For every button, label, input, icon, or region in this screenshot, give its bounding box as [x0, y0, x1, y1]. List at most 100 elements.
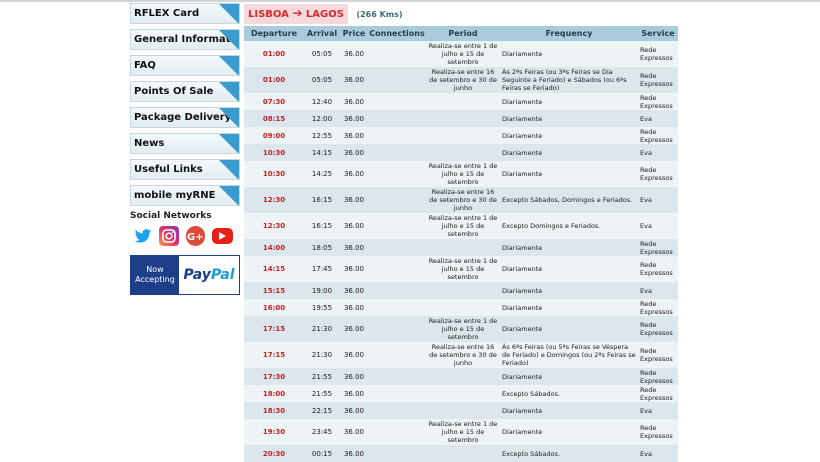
- route-title: LISBOA ➔ LAGOS: [244, 4, 348, 24]
- price-cell: 36.00: [340, 299, 368, 316]
- connections-cell: [368, 93, 426, 110]
- period-cell: [426, 127, 500, 144]
- sidebar-item-label: Useful Links: [134, 164, 203, 175]
- departure-time-cell: 09:00: [244, 127, 304, 144]
- price-cell: 36.00: [340, 445, 368, 462]
- arrival-time-cell: 14:25: [304, 161, 340, 187]
- instagram-icon[interactable]: [159, 226, 179, 246]
- frequency-cell: Diariamente: [500, 110, 638, 127]
- sidebar-item-news[interactable]: News: [130, 133, 240, 154]
- connections-cell: [368, 342, 426, 368]
- sidebar-item-label: Points Of Sale: [134, 86, 214, 97]
- frequency-cell: Diariamente: [500, 127, 638, 144]
- table-row: 19:30 23:45 36.00 Realiza-se entre 1 de jul…: [244, 419, 678, 445]
- service-cell: Rede Expressos: [638, 93, 678, 110]
- period-cell: [426, 445, 500, 462]
- top-border: [0, 0, 820, 2]
- departure-time-cell: 12:30: [244, 213, 304, 239]
- table-row: 17:15 21:30 36.00 Realiza-se entre 16 de se…: [244, 342, 678, 368]
- connections-cell: [368, 368, 426, 385]
- service-cell: Eva: [638, 110, 678, 127]
- connections-cell: [368, 316, 426, 342]
- frequency-cell: Às 2ªs Feiras (ou 3ªs Feiras se Dia Segu…: [500, 67, 638, 93]
- service-cell: Rede Expressos: [638, 239, 678, 256]
- connections-cell: [368, 161, 426, 187]
- service-cell: Rede Expressos: [638, 342, 678, 368]
- departure-time-cell: 18:30: [244, 402, 304, 419]
- sidebar-item-label: RFLEX Card: [134, 8, 200, 19]
- paypal-logo-pay: Pay: [183, 267, 211, 283]
- period-cell: [426, 385, 500, 402]
- column-header-arrival: Arrival: [304, 26, 340, 41]
- sidebar-item-label: mobile myRNE: [134, 190, 216, 201]
- paypal-banner[interactable]: Now Accepting Pay Pal: [130, 255, 240, 295]
- arrival-time-cell: 19:00: [304, 282, 340, 299]
- departure-time-cell: 10:30: [244, 144, 304, 161]
- table-row: 17:15 21:30 36.00 Realiza-se entre 1 de jul…: [244, 316, 678, 342]
- price-cell: 36.00: [340, 368, 368, 385]
- arrival-time-cell: 12:55: [304, 127, 340, 144]
- frequency-cell: Diariamente: [500, 282, 638, 299]
- connections-cell: [368, 41, 426, 67]
- sidebar-item-points-of-sale[interactable]: Points Of Sale: [130, 81, 240, 102]
- youtube-icon[interactable]: [211, 228, 233, 244]
- sidebar-item-general-information[interactable]: General Information: [130, 29, 240, 50]
- frequency-cell: Diariamente: [500, 256, 638, 282]
- sidebar-item-useful-links[interactable]: Useful Links: [130, 159, 240, 180]
- table-row: 17:30 21:55 36.00 Diariamente Rede Expressos: [244, 368, 678, 385]
- connections-cell: [368, 402, 426, 419]
- twitter-icon[interactable]: [133, 226, 152, 246]
- connections-cell: [368, 385, 426, 402]
- price-cell: 36.00: [340, 256, 368, 282]
- column-header-departure: Departure: [244, 26, 304, 41]
- frequency-cell: Diariamente: [500, 93, 638, 110]
- departure-time-cell: 17:30: [244, 368, 304, 385]
- arrival-time-cell: 19:55: [304, 299, 340, 316]
- period-cell: [426, 299, 500, 316]
- price-cell: 36.00: [340, 282, 368, 299]
- connections-cell: [368, 213, 426, 239]
- schedule-panel: LISBOA ➔ LAGOS (266 Kms) Departure Arriva…: [244, 4, 678, 462]
- sidebar-item-rflex-card[interactable]: RFLEX Card: [130, 3, 240, 24]
- corner-triangle-icon: [219, 4, 239, 23]
- departure-time-cell: 14:00: [244, 239, 304, 256]
- arrival-time-cell: 16:15: [304, 187, 340, 213]
- arrival-time-cell: 21:55: [304, 385, 340, 402]
- service-cell: Eva: [638, 187, 678, 213]
- column-header-frequency: Frequency: [500, 26, 638, 41]
- service-cell: Rede Expressos: [638, 161, 678, 187]
- period-cell: [426, 239, 500, 256]
- connections-cell: [368, 419, 426, 445]
- route-destination: LAGOS: [305, 9, 344, 20]
- arrival-time-cell: 12:40: [304, 93, 340, 110]
- period-cell: Realiza-se entre 1 de julho e 15 de sete…: [426, 256, 500, 282]
- arrival-time-cell: 22:15: [304, 402, 340, 419]
- frequency-cell: Excepto Domingos e Feriados.: [500, 213, 638, 239]
- service-cell: Eva: [638, 402, 678, 419]
- table-row: 12:30 16:15 36.00 Realiza-se entre 1 de jul…: [244, 213, 678, 239]
- sidebar-item-mobile-myrne[interactable]: mobile myRNE: [130, 185, 240, 206]
- sidebar-item-faq[interactable]: FAQ: [130, 55, 240, 76]
- arrival-time-cell: 17:45: [304, 256, 340, 282]
- service-cell: Rede Expressos: [638, 385, 678, 402]
- service-cell: Rede Expressos: [638, 419, 678, 445]
- sidebar-menu: RFLEX Card General Information FAQ Points O…: [130, 3, 240, 206]
- table-row: 07:30 12:40 36.00 Diariamente Rede Expressos: [244, 93, 678, 110]
- connections-cell: [368, 256, 426, 282]
- connections-cell: [368, 67, 426, 93]
- arrival-time-cell: 21:30: [304, 342, 340, 368]
- corner-triangle-icon: [219, 186, 239, 205]
- corner-triangle-icon: [219, 56, 239, 75]
- price-cell: 36.00: [340, 93, 368, 110]
- social-icons-row: G+: [133, 226, 240, 246]
- frequency-cell: Diariamente: [500, 239, 638, 256]
- sidebar-item-label: Package Delivery: [134, 112, 232, 123]
- price-cell: 36.00: [340, 213, 368, 239]
- google-plus-icon[interactable]: G+: [185, 226, 205, 246]
- table-row: 20:30 00:15 36.00 Excepto Sábados. Eva: [244, 445, 678, 462]
- departure-time-cell: 14:15: [244, 256, 304, 282]
- departure-time-cell: 18:00: [244, 385, 304, 402]
- timetable: Departure Arrival Price Connections Period Fr…: [244, 26, 678, 462]
- corner-triangle-icon: [219, 82, 239, 101]
- sidebar-item-package-delivery[interactable]: Package Delivery: [130, 107, 240, 128]
